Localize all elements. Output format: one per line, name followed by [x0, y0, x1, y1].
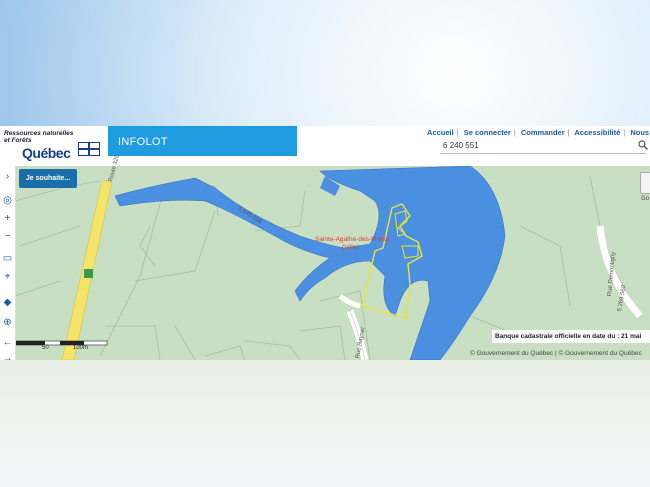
copyright-text: © Gouvernement du Québec | © Gouvernemen… [470, 350, 642, 357]
nav-nous-joindre[interactable]: Nous joindre [630, 128, 650, 137]
search-input[interactable]: 6 240 551 [440, 138, 646, 154]
locate-icon[interactable]: ◎ [1, 194, 14, 207]
expand-icon[interactable]: › [1, 170, 14, 183]
banque-notice: Banque cadastrale officielle en date du … [492, 330, 650, 343]
flag-icon [78, 142, 100, 156]
org-line-2: et Forêts [4, 137, 32, 144]
org-line-1: Ressources naturelles [4, 130, 74, 137]
marker-icon[interactable]: ⌖ [1, 270, 14, 283]
forward-icon[interactable]: → [1, 352, 14, 360]
background-haze [0, 360, 650, 487]
map-toolbar: › ◎ + − ▭ ⌖ ◆ ⊕ ← → [0, 166, 16, 360]
app-title: INFOLOT [118, 136, 168, 148]
search-icon[interactable] [638, 140, 648, 150]
nav-se-connecter[interactable]: Se connecter [464, 128, 511, 137]
org-logo-text: Ressources naturelles et Forêts [4, 130, 73, 144]
nav-accessibilite[interactable]: Accessibilité [574, 128, 620, 137]
layers-icon[interactable]: ◆ [1, 296, 14, 309]
town-label: Sainte-Agathe-des-Monts [315, 236, 389, 243]
back-icon[interactable]: ← [1, 336, 14, 349]
zoom-area-icon[interactable]: ⊕ [1, 316, 14, 329]
book-icon[interactable]: ▭ [1, 252, 14, 265]
town-sub-label: (Ville) [342, 244, 359, 251]
nav-accueil[interactable]: Accueil [427, 128, 454, 137]
quebec-logo: Québec [22, 145, 71, 161]
nav-commander[interactable]: Commander [521, 128, 565, 137]
zoom-in-icon[interactable]: + [1, 212, 14, 225]
scale-tick-100m: 100m [73, 345, 89, 351]
header: Ressources naturelles et Forêts Québec I… [0, 126, 650, 166]
scale-tick-50: 50 [42, 345, 49, 351]
zoom-out-icon[interactable]: − [1, 230, 14, 243]
side-label: Go [641, 196, 650, 202]
wish-button[interactable]: Je souhaite... [19, 169, 77, 188]
top-navigation: Accueil | Se connecter | Commander | Access… [427, 128, 650, 137]
streetview-icon[interactable] [640, 172, 650, 194]
infolot-app: Ressources naturelles et Forêts Québec I… [0, 126, 650, 360]
